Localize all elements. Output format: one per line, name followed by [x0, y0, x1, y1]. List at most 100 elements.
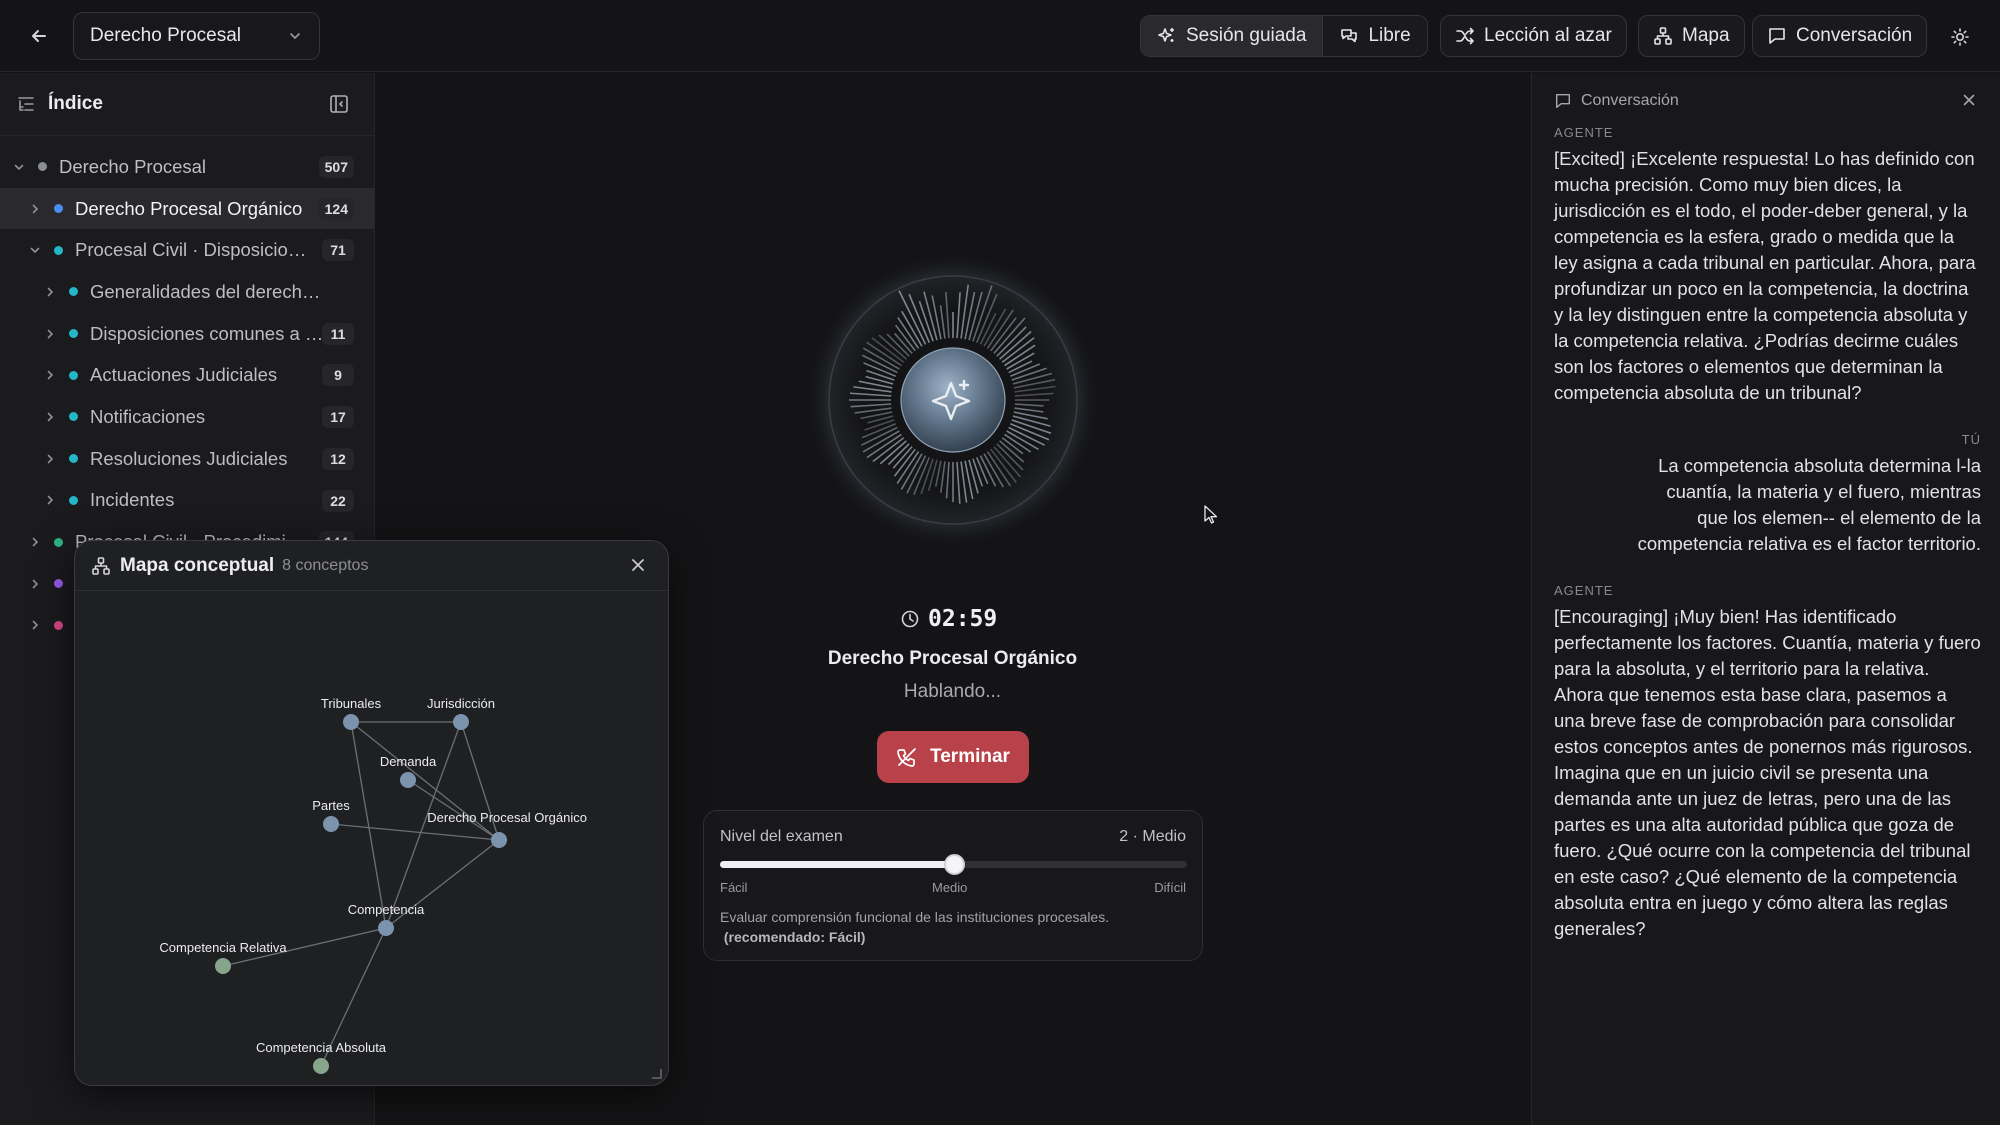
sidebar-item[interactable]: Actuaciones Judiciales 9	[0, 354, 374, 396]
conversation-button[interactable]: Conversación	[1752, 15, 1928, 57]
concept-node[interactable]	[400, 772, 416, 788]
conversation-label: Conversación	[1796, 25, 1913, 46]
concept-label: Competencia	[348, 902, 425, 917]
chevron-right-icon[interactable]	[28, 619, 42, 631]
sidebar-item[interactable]: Generalidades del derecho procesal	[0, 271, 374, 313]
topic-color-dot	[69, 329, 78, 339]
concept-node[interactable]	[313, 1058, 329, 1074]
concept-label: Competencia Relativa	[159, 940, 287, 955]
top-bar: Derecho Procesal Sesión guiada Libre Lec…	[0, 0, 2000, 72]
sidebar-item-label: Actuaciones Judiciales	[90, 364, 278, 386]
chevron-right-icon[interactable]	[43, 411, 57, 423]
exam-level-slider[interactable]	[720, 854, 1187, 875]
topic-color-dot	[69, 412, 78, 422]
sun-icon	[1951, 28, 1969, 46]
agent-message: AGENTE [Excited] ¡Excelente respuesta! Lo…	[1532, 125, 2000, 406]
topic-color-dot	[38, 162, 47, 172]
topic-color-dot	[54, 537, 63, 547]
guided-session-button[interactable]: Sesión guiada	[1141, 16, 1323, 56]
chevron-down-icon[interactable]	[28, 244, 42, 256]
theme-toggle-button[interactable]	[1944, 22, 1976, 52]
concept-node[interactable]	[378, 920, 394, 936]
message-text: La competencia absoluta determina l-la c…	[1637, 455, 1981, 554]
tick-hard: Difícil	[1154, 880, 1186, 895]
chevron-right-icon[interactable]	[43, 286, 57, 298]
message-square-icon	[1769, 28, 1785, 44]
message-author: AGENTE	[1554, 583, 1614, 598]
map-label: Mapa	[1682, 25, 1730, 46]
session-topic: Derecho Procesal Orgánico	[827, 648, 1078, 669]
sidebar-header: Índice	[0, 73, 374, 136]
sidebar-item[interactable]: Notificaciones 17	[0, 396, 374, 438]
exam-level-label: Nivel del examen	[720, 828, 843, 845]
tick-easy: Fácil	[720, 880, 748, 895]
map-button[interactable]: Mapa	[1638, 15, 1745, 57]
message-author: AGENTE	[1554, 125, 1614, 140]
free-mode-button[interactable]: Libre	[1322, 16, 1427, 56]
subject-select[interactable]: Derecho Procesal	[73, 12, 320, 60]
chevron-down-icon	[290, 33, 300, 40]
network-icon	[1654, 27, 1672, 45]
back-button[interactable]	[22, 20, 56, 52]
item-count-badge: 507	[318, 156, 354, 178]
sidebar-title: Índice	[48, 93, 103, 114]
concept-label: Competencia Absoluta	[256, 1040, 387, 1055]
topic-color-dot	[69, 495, 78, 505]
phone-off-icon	[897, 748, 916, 767]
list-tree-icon	[18, 97, 34, 111]
chevron-right-icon[interactable]	[43, 328, 57, 340]
item-count-badge: 22	[322, 489, 354, 512]
concept-graph[interactable]: Tribunales Jurisdicción Demanda Partes Derec…	[75, 591, 669, 1086]
subject-select-value: Derecho Procesal	[90, 25, 242, 46]
end-session-button[interactable]: Terminar	[877, 731, 1029, 783]
sidebar-item[interactable]: Resoluciones Judiciales 12	[0, 438, 374, 480]
voice-visualizer	[805, 252, 1101, 548]
chevron-right-icon[interactable]	[28, 536, 42, 548]
sidebar-item[interactable]: Derecho Procesal 507	[0, 146, 374, 188]
concept-node[interactable]	[453, 714, 469, 730]
concept-node[interactable]	[215, 958, 231, 974]
panel-collapse-icon[interactable]	[328, 93, 350, 115]
chevron-right-icon[interactable]	[28, 578, 42, 590]
close-icon[interactable]	[1960, 91, 1978, 109]
concept-node[interactable]	[491, 832, 507, 848]
voice-orb	[803, 250, 1103, 550]
chevron-right-icon[interactable]	[43, 453, 57, 465]
sidebar-item[interactable]: Derecho Procesal Orgánico 124	[0, 187, 374, 230]
chevron-right-icon[interactable]	[28, 203, 42, 215]
resize-handle[interactable]	[652, 1069, 662, 1079]
network-icon	[92, 556, 110, 575]
random-lesson-button[interactable]: Lección al azar	[1440, 15, 1627, 57]
conversation-header: Conversación	[1532, 73, 2000, 129]
chevron-right-icon[interactable]	[43, 369, 57, 381]
concept-edge	[330, 823, 500, 841]
slider-fill	[720, 861, 954, 868]
timer-value: 02:59	[928, 606, 998, 632]
topic-color-dot	[69, 287, 78, 297]
slider-handle[interactable]	[943, 854, 965, 875]
concept-node[interactable]	[323, 816, 339, 832]
concept-label: Tribunales	[321, 696, 382, 711]
user-message: TÚ La competencia absoluta determina l-la…	[1532, 432, 2000, 557]
sidebar-item-label: Procesal Civil · Disposiciones Comunes	[75, 239, 311, 261]
topic-color-dot	[54, 245, 63, 255]
sidebar-item[interactable]: Incidentes 22	[0, 480, 374, 522]
sidebar-item-label: Resoluciones Judiciales	[90, 447, 288, 469]
concept-label: Partes	[312, 798, 350, 813]
random-lesson-label: Lección al azar	[1484, 25, 1612, 46]
sidebar-item[interactable]: Procesal Civil · Disposiciones Comunes 71	[0, 229, 374, 271]
close-icon[interactable]	[628, 555, 648, 575]
arrow-left-icon	[32, 30, 46, 42]
exam-recommendation: (recomendado: Fácil)	[723, 929, 866, 945]
guided-session-label: Sesión guiada	[1186, 25, 1307, 46]
sidebar-item-label: Derecho Procesal Orgánico	[75, 197, 303, 219]
concept-map-header: Mapa conceptual 8 conceptos	[75, 541, 668, 591]
sidebar-item-label: Derecho Procesal	[59, 155, 207, 177]
concept-node[interactable]	[343, 714, 359, 730]
concept-map-count: 8 conceptos	[282, 556, 369, 574]
exam-level-value: 2 · Medio	[1119, 828, 1186, 845]
sidebar-item[interactable]: Disposiciones comunes a todo procedimien…	[0, 313, 374, 355]
concept-edge	[350, 721, 387, 929]
chevron-down-icon[interactable]	[12, 161, 26, 173]
chevron-right-icon[interactable]	[43, 494, 57, 506]
